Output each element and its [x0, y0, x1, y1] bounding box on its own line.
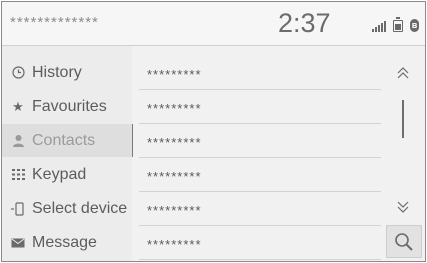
person-icon — [10, 133, 26, 149]
envelope-icon — [10, 235, 26, 251]
scroll-down-button[interactable] — [390, 197, 416, 217]
phone-screen: ************* 2:37 ʙ History ★ Favourite… — [1, 1, 426, 262]
sidebar-item-label: History — [32, 63, 82, 81]
bluetooth-icon: ʙ — [410, 19, 419, 32]
list-item[interactable]: ********* — [139, 226, 381, 260]
sidebar-item-label: Contacts — [32, 131, 96, 149]
list-item-text: ********* — [147, 169, 202, 184]
chevron-down-icon — [397, 201, 409, 213]
list-item-text: ********* — [147, 67, 202, 82]
list-item[interactable]: ********* — [139, 90, 381, 124]
list-item[interactable]: ********* — [139, 158, 381, 192]
clock: 2:37 — [278, 8, 331, 38]
signal-icon — [372, 20, 386, 32]
sidebar-item-label: Select device — [32, 199, 128, 217]
list-item-text: ********* — [147, 237, 202, 252]
sidebar-item-select-device[interactable]: Select device — [2, 192, 132, 225]
keypad-icon — [10, 167, 26, 183]
scrollbar[interactable] — [402, 100, 404, 138]
sidebar-item-label: Message — [32, 233, 97, 251]
search-icon — [395, 232, 413, 251]
list-item-text: ********* — [147, 101, 202, 116]
sidebar-item-message[interactable]: Message — [2, 226, 132, 259]
search-button[interactable] — [386, 225, 422, 258]
sidebar-item-label: Favourites — [32, 97, 107, 115]
screen-title: ************* — [10, 14, 99, 31]
contact-list: ********* ********* ********* ********* … — [139, 46, 381, 261]
list-item[interactable]: ********* — [139, 124, 381, 158]
status-icons: ʙ — [372, 16, 419, 32]
star-icon: ★ — [12, 98, 24, 114]
list-item-text: ********* — [147, 203, 202, 218]
sidebar-item-contacts[interactable]: Contacts — [2, 124, 133, 157]
status-bar: ************* 2:37 ʙ — [2, 2, 425, 46]
sidebar-item-history[interactable]: History — [2, 56, 132, 89]
list-item-text: ********* — [147, 135, 202, 150]
sidebar-item-favourites[interactable]: ★ Favourites — [2, 90, 132, 123]
battery-icon — [393, 17, 403, 32]
sidebar-item-keypad[interactable]: Keypad — [2, 158, 132, 191]
sidebar-item-label: Keypad — [32, 165, 87, 183]
list-item[interactable]: ********* — [139, 192, 381, 226]
list-item[interactable]: ********* — [139, 56, 381, 90]
chevron-up-icon — [397, 67, 409, 79]
scroll-up-button[interactable] — [390, 63, 416, 83]
sidebar: History ★ Favourites Contacts Keypad Sel… — [2, 46, 133, 261]
phone-icon — [10, 201, 26, 217]
clock-icon — [10, 65, 26, 81]
